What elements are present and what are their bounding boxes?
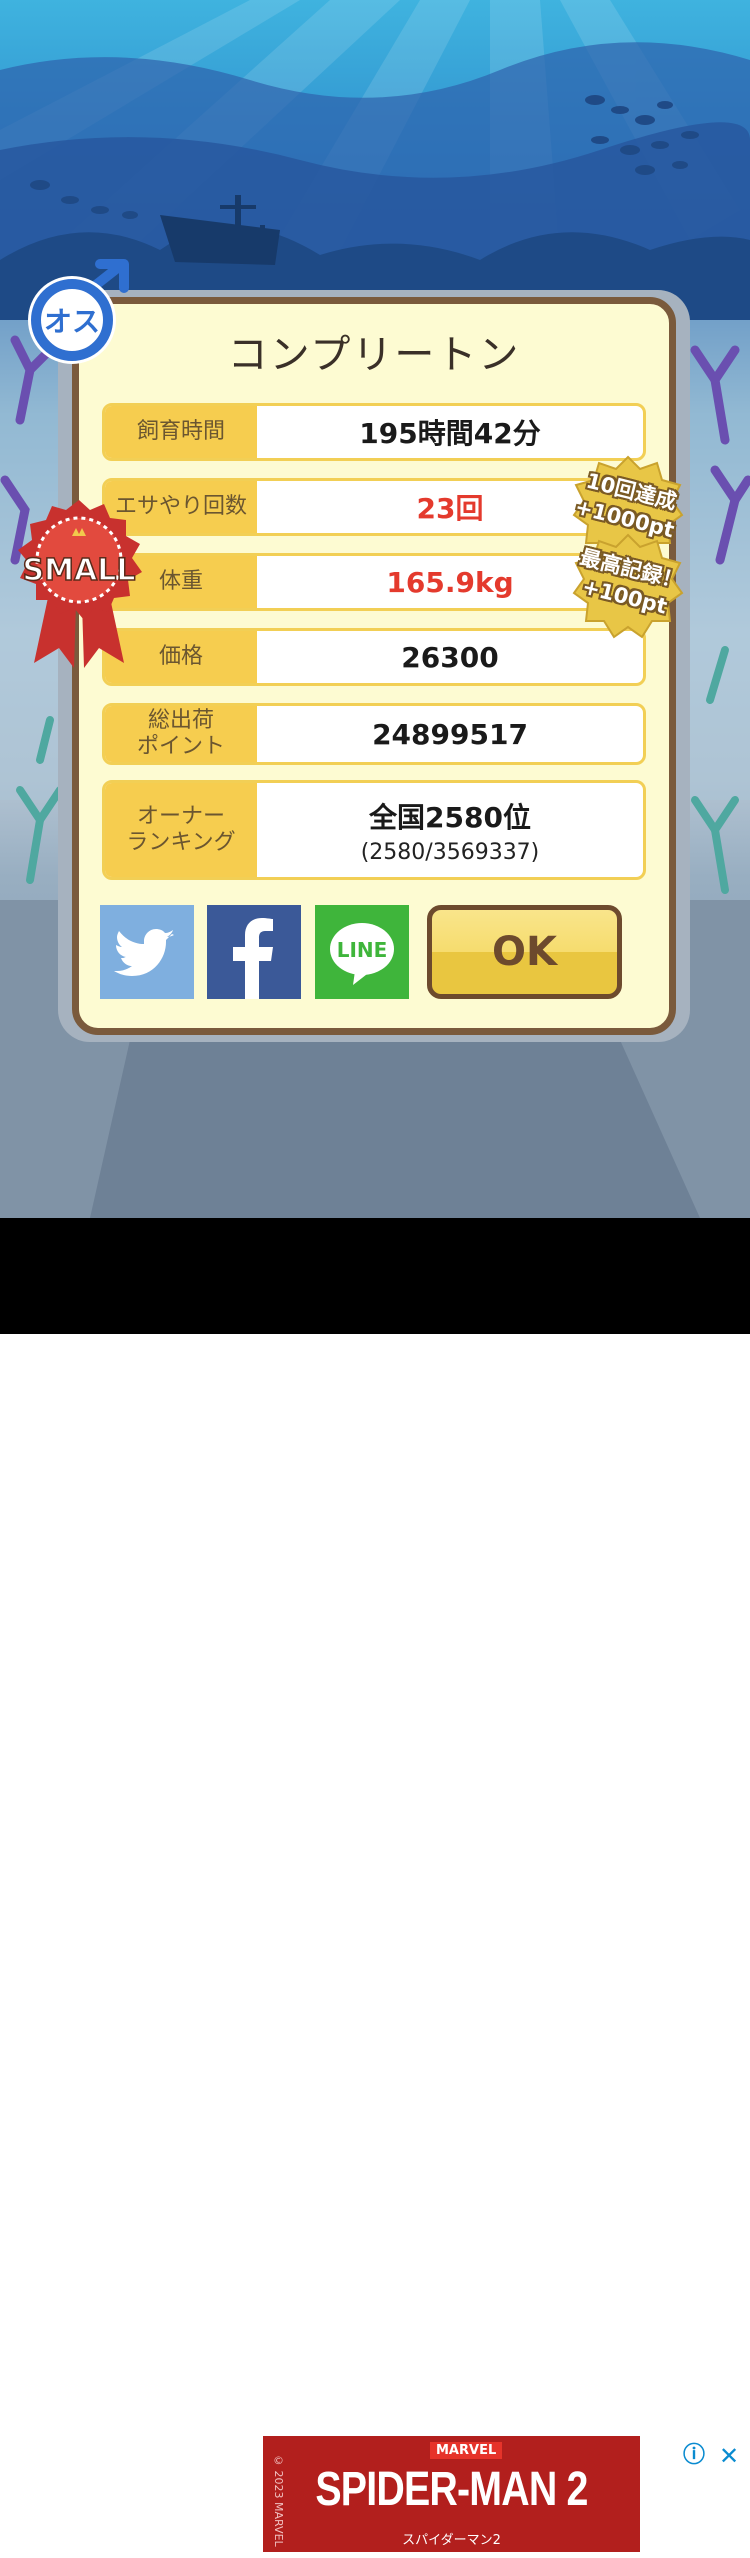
row-label: 総出荷 ポイント (105, 706, 257, 762)
twitter-icon (114, 929, 174, 976)
row-breeding-time: 飼育時間 195時間42分 (102, 403, 646, 461)
male-gender-icon: オス (28, 259, 129, 364)
ok-button-label: OK (492, 929, 557, 975)
ad-game-title: SPIDER-MAN 2 (315, 2463, 588, 2516)
row-price: 価格 26300 (102, 628, 646, 686)
ranking-position: 全国2580位 (369, 800, 531, 834)
ad-info-icon[interactable]: ⓘ (676, 2440, 712, 2472)
row-total-points: 総出荷 ポイント 24899517 (102, 703, 646, 765)
ok-button[interactable]: OK (427, 905, 622, 999)
ad-banner[interactable]: PS5 © 2023 MARVEL MARVEL SPIDER-MAN 2 スパ… (0, 1218, 750, 2552)
ps5-text: PS5 (94, 2475, 179, 2515)
ad-release-label: 発売 (671, 2514, 719, 2542)
ps5-logo: PS5 (28, 2475, 179, 2515)
row-weight: 体重 165.9kg (102, 553, 646, 611)
twitter-share-button[interactable] (100, 905, 194, 999)
size-badge-label: SMALL (23, 553, 136, 588)
marvel-logo: MARVEL (430, 2442, 503, 2459)
row-value: 195時間42分 (359, 417, 541, 450)
row-owner-ranking: オーナー ランキング 全国2580位 (2580/3569337) (102, 780, 646, 880)
line-label: LINE (337, 938, 388, 962)
ad-close-icon[interactable]: ✕ (712, 2440, 746, 2472)
line-share-button[interactable]: LINE (315, 905, 409, 999)
row-label: オーナー ランキング (105, 783, 257, 877)
bonus-badge-record: 最高記録！ +100pt (572, 533, 685, 639)
line-icon: LINE (330, 923, 394, 985)
facebook-share-button[interactable] (207, 905, 301, 999)
row-value: 24899517 (372, 717, 528, 751)
gender-label: オス (44, 305, 100, 338)
ranking-value: 全国2580位 (2580/3569337) (257, 783, 643, 877)
ad-game-title-jp: スパイダーマン2 (402, 2533, 501, 2548)
ranking-detail: (2580/3569337) (360, 839, 540, 865)
row-feeding-count: エサやり回数 23回 (102, 478, 646, 536)
small-size-ribbon-icon: SMALL (18, 500, 142, 668)
row-label: 飼育時間 (105, 406, 257, 458)
ad-release-date: 10.20 (645, 2468, 747, 2506)
facebook-icon (233, 918, 273, 999)
dialog-title: コンプリートン (227, 332, 521, 378)
